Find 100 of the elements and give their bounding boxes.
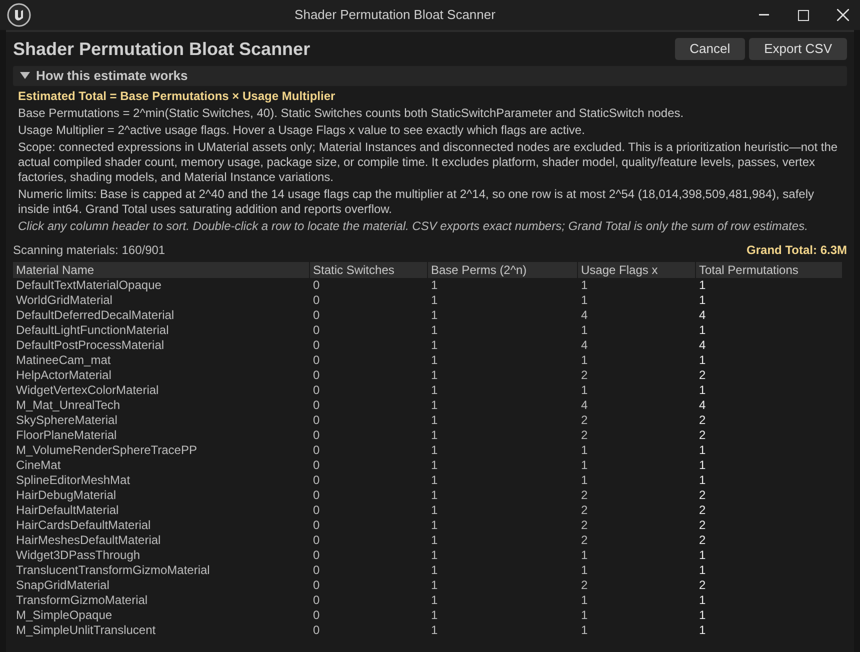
static-switches-cell-text: 0	[312, 473, 321, 488]
column-header[interactable]: Static Switches	[310, 262, 428, 278]
total-permutations-cell-text: 1	[698, 278, 707, 293]
base-perms-cell-text: 1	[430, 383, 439, 398]
material-name-cell-text: SnapGridMaterial	[15, 578, 110, 593]
static-switches-cell-text: 0	[312, 443, 321, 458]
maximize-icon[interactable]	[798, 10, 809, 20]
column-header[interactable]: Usage Flags x	[578, 262, 696, 278]
total-permutations-cell-text: 4	[698, 308, 707, 323]
table-row[interactable]: WidgetVertexColorMaterial 0 1 1 1	[13, 383, 843, 398]
static-switches-cell-text: 0	[312, 278, 321, 293]
column-header[interactable]: Material Name	[13, 262, 310, 278]
static-switches-cell-text: 0	[312, 488, 321, 503]
explainer-toggle[interactable]: How this estimate works	[13, 66, 847, 86]
usage-flags-cell-text: 1	[580, 623, 589, 638]
table-row[interactable]: TranslucentTransformGizmoMaterial 0 1 1 1	[13, 563, 843, 578]
explainer-paragraph: Numeric limits: Base is capped at 2^40 and the 14 usage flags cap the multiplier at 2^14, so one row is at most 2^54 (18,014,398,509,481,984), safely inside int64. Grand Total uses saturating addition and reports overflow.	[18, 187, 816, 217]
column-header[interactable]: Base Perms (2^n)	[428, 262, 578, 278]
table-row[interactable]: WorldGridMaterial 0 1 1 1	[13, 293, 843, 308]
material-name-cell-text: MatineeCam_mat	[15, 353, 112, 368]
base-perms-cell-text: 1	[430, 278, 439, 293]
material-name-cell-text: WidgetVertexColorMaterial	[15, 383, 160, 398]
table-row[interactable]: HairMeshesDefaultMaterial 0 1 2 2	[13, 533, 843, 548]
base-perms-cell-text: 1	[430, 473, 439, 488]
caret-down-icon	[20, 72, 30, 80]
total-permutations-cell-text: 1	[698, 563, 707, 578]
total-permutations-cell-text: 1	[698, 458, 707, 473]
explainer-paragraph: Base Permutations = 2^min(Static Switches, 40). Static Switches counts both StaticSwitchParameter and StaticSwitch nodes.	[18, 106, 685, 121]
table-row[interactable]: HairCardsDefaultMaterial 0 1 2 2	[13, 518, 843, 533]
table-row[interactable]: DefaultTextMaterialOpaque 0 1 1 1	[13, 278, 843, 293]
total-permutations-cell-text: 2	[698, 578, 707, 593]
usage-flags-cell-text: 1	[580, 293, 589, 308]
export-csv-button[interactable]: Export CSV	[749, 38, 847, 60]
base-perms-cell-text: 1	[430, 308, 439, 323]
total-permutations-cell-text: 1	[698, 323, 707, 338]
cancel-button[interactable]: Cancel	[674, 38, 746, 60]
total-permutations-cell-text: 2	[698, 428, 707, 443]
usage-flags-cell-text: 4	[580, 338, 589, 353]
usage-flags-cell-text: 1	[580, 563, 589, 578]
material-name-cell-text: M_SimpleOpaque	[15, 608, 114, 623]
base-perms-cell-text: 1	[430, 503, 439, 518]
table-row[interactable]: DefaultDeferredDecalMaterial 0 1 4 4	[13, 308, 843, 323]
material-name-cell-text: Widget3DPassThrough	[15, 548, 142, 563]
total-permutations-cell-text: 1	[698, 383, 707, 398]
table-row[interactable]: CineMat 0 1 1 1	[13, 458, 843, 473]
table-row[interactable]: SnapGridMaterial 0 1 2 2	[13, 578, 843, 593]
close-icon[interactable]	[837, 9, 849, 21]
base-perms-cell-text: 1	[430, 623, 439, 638]
base-perms-cell-text: 1	[430, 548, 439, 563]
table-row[interactable]: HairDefaultMaterial 0 1 2 2	[13, 503, 843, 518]
table-row[interactable]: SplineEditorMeshMat 0 1 1 1	[13, 473, 843, 488]
total-permutations-cell-text: 1	[698, 548, 707, 563]
static-switches-cell-text: 0	[312, 458, 321, 473]
material-name-cell-text: WorldGridMaterial	[15, 293, 114, 308]
material-name-cell-text: M_Mat_UnrealTech	[15, 398, 122, 413]
base-perms-cell-text: 1	[430, 428, 439, 443]
table-row[interactable]: DefaultLightFunctionMaterial 0 1 1 1	[13, 323, 843, 338]
column-header[interactable]: Total Permutations	[696, 262, 843, 278]
total-permutations-cell-text: 2	[698, 533, 707, 548]
table-row[interactable]: MatineeCam_mat 0 1 1 1	[13, 353, 843, 368]
material-name-cell-text: DefaultLightFunctionMaterial	[15, 323, 170, 338]
total-permutations-cell-text: 1	[698, 293, 707, 308]
table-row[interactable]: Widget3DPassThrough 0 1 1 1	[13, 548, 843, 563]
table-row[interactable]: M_SimpleOpaque 0 1 1 1	[13, 608, 843, 623]
static-switches-cell-text: 0	[312, 308, 321, 323]
base-perms-cell-text: 1	[430, 413, 439, 428]
material-name-cell-text: M_VolumeRenderSphereTracePP	[15, 443, 198, 458]
base-perms-cell-text: 1	[430, 578, 439, 593]
static-switches-cell-text: 0	[312, 338, 321, 353]
usage-flags-cell-text: 1	[580, 383, 589, 398]
static-switches-cell-text: 0	[312, 503, 321, 518]
total-permutations-cell-text: 2	[698, 413, 707, 428]
static-switches-cell-text: 0	[312, 548, 321, 563]
base-perms-cell-text: 1	[430, 398, 439, 413]
static-switches-cell-text: 0	[312, 323, 321, 338]
material-name-cell-text: TransformGizmoMaterial	[15, 593, 149, 608]
table-row[interactable]: M_Mat_UnrealTech 0 1 4 4	[13, 398, 843, 413]
material-name-cell-text: HairDebugMaterial	[15, 488, 118, 503]
minimize-icon[interactable]	[759, 14, 769, 16]
usage-flags-cell-text: 1	[580, 593, 589, 608]
static-switches-cell-text: 0	[312, 518, 321, 533]
usage-flags-cell-text: 4	[580, 308, 589, 323]
table-row[interactable]: SkySphereMaterial 0 1 2 2	[13, 413, 843, 428]
table-row[interactable]: M_VolumeRenderSphereTracePP 0 1 1 1	[13, 443, 843, 458]
usage-flags-cell-text: 2	[580, 578, 589, 593]
static-switches-cell-text: 0	[312, 413, 321, 428]
base-perms-cell-text: 1	[430, 518, 439, 533]
total-permutations-cell-text: 2	[698, 503, 707, 518]
total-permutations-cell-text: 1	[698, 593, 707, 608]
usage-flags-cell-text: 2	[580, 518, 589, 533]
material-name-cell-text: DefaultPostProcessMaterial	[15, 338, 166, 353]
table-row[interactable]: HelpActorMaterial 0 1 2 2	[13, 368, 843, 383]
table-row[interactable]: TransformGizmoMaterial 0 1 1 1	[13, 593, 843, 608]
base-perms-cell-text: 1	[430, 368, 439, 383]
table-row[interactable]: FloorPlaneMaterial 0 1 2 2	[13, 428, 843, 443]
usage-flags-cell-text: 1	[580, 473, 589, 488]
table-row[interactable]: HairDebugMaterial 0 1 2 2	[13, 488, 843, 503]
table-row[interactable]: DefaultPostProcessMaterial 0 1 4 4	[13, 338, 843, 353]
table-row[interactable]: M_SimpleUnlitTranslucent 0 1 1 1	[13, 623, 843, 638]
static-switches-cell-text: 0	[312, 428, 321, 443]
